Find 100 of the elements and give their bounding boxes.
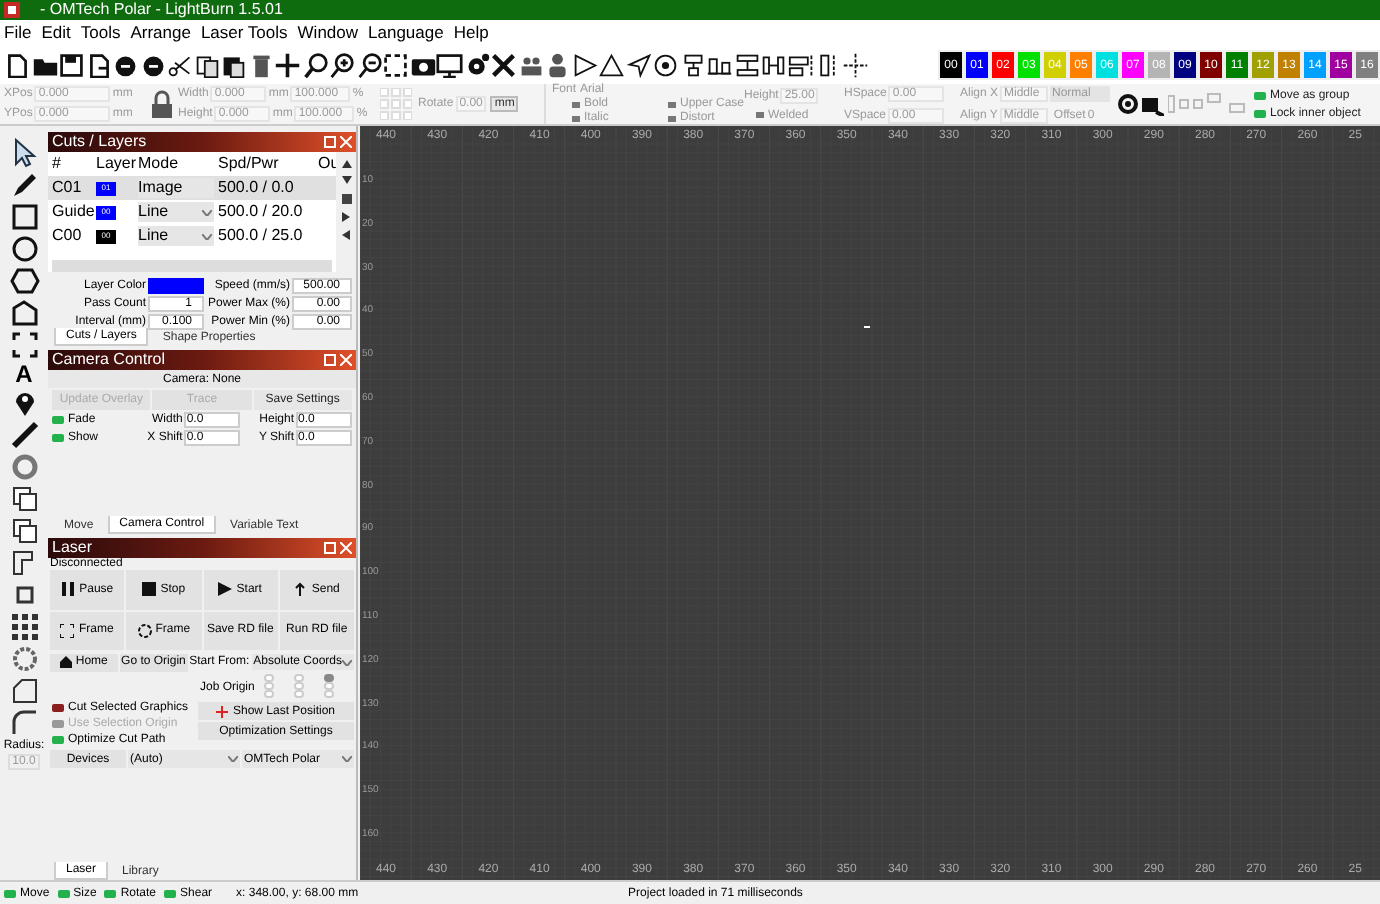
move-arrows-icon[interactable] <box>274 51 301 79</box>
panel-title: Camera Control <box>52 352 167 368</box>
person-icon[interactable] <box>544 51 571 79</box>
target-icon[interactable] <box>652 51 679 79</box>
copy-icon[interactable] <box>193 51 220 79</box>
float-icon[interactable] <box>324 136 336 148</box>
cursor-mark <box>864 326 870 328</box>
zoom-out-icon[interactable] <box>355 51 382 79</box>
zoom-icon[interactable] <box>301 51 328 79</box>
toggle-indicator[interactable] <box>52 704 64 712</box>
rotate-circle-icon[interactable] <box>1118 94 1138 114</box>
align-icon[interactable] <box>814 51 841 79</box>
align-icon[interactable] <box>787 51 814 79</box>
mode-dropdown[interactable]: Image <box>138 178 214 198</box>
node-shape-icon[interactable] <box>9 298 39 328</box>
mode-dropdown[interactable]: Line <box>138 226 214 246</box>
dot-grid-icon[interactable] <box>9 612 39 642</box>
triangle-icon[interactable] <box>598 51 625 79</box>
toggle-indicator[interactable] <box>52 736 64 744</box>
undo-icon[interactable] <box>112 51 139 79</box>
toggle-indicator[interactable] <box>52 415 64 423</box>
rounded-corner-icon[interactable] <box>9 708 39 738</box>
pause-icon <box>61 582 76 597</box>
scissors-icon[interactable] <box>166 51 193 79</box>
dashed-circle-icon <box>137 623 152 638</box>
save-icon[interactable] <box>58 51 85 79</box>
align-icon[interactable] <box>679 51 706 79</box>
toggle-indicator[interactable] <box>756 112 764 118</box>
text-tool[interactable]: A <box>15 362 33 386</box>
send-arrow-icon[interactable] <box>625 51 652 79</box>
up-arrow-icon[interactable] <box>341 160 351 168</box>
pen-icon[interactable] <box>9 170 39 200</box>
mode-dropdown[interactable]: Line <box>138 202 214 222</box>
close-icon[interactable] <box>340 542 352 554</box>
speed-power: 500.0 / 25.0 <box>218 228 305 244</box>
radio-button[interactable] <box>324 690 334 698</box>
chevron-icon <box>342 659 352 665</box>
stop-icon <box>142 582 157 597</box>
ruler-icon[interactable] <box>9 420 39 450</box>
menu-item[interactable]: Arrange <box>130 24 191 42</box>
chevron-icon[interactable] <box>202 209 212 215</box>
stacked-shapes-icon[interactable] <box>9 484 39 514</box>
zoom-in-icon[interactable] <box>328 51 355 79</box>
padlock-icon[interactable] <box>152 90 172 118</box>
trash-icon[interactable] <box>341 192 351 204</box>
corner-shapes-icon[interactable] <box>9 548 39 578</box>
ellipse-tool-icon[interactable] <box>9 234 39 264</box>
float-icon[interactable] <box>324 354 336 366</box>
radio-button[interactable] <box>294 690 304 698</box>
gear-icon[interactable] <box>463 51 490 79</box>
rounded-shape-icon[interactable] <box>9 676 39 706</box>
menu-item[interactable]: Laser Tools <box>200 24 288 42</box>
menu-item[interactable]: Tools <box>80 24 121 42</box>
toggle-indicator[interactable] <box>4 889 16 897</box>
layer-color-swatch[interactable] <box>148 278 204 294</box>
toggle-indicator[interactable] <box>1254 91 1266 99</box>
left-arrow-icon[interactable] <box>342 230 350 240</box>
monitor-icon[interactable] <box>436 51 463 79</box>
redo-icon[interactable] <box>139 51 166 79</box>
gear-ring-icon[interactable] <box>9 644 39 674</box>
menu-item[interactable]: Edit <box>41 24 71 42</box>
center-icon[interactable] <box>841 51 868 79</box>
right-arrow-icon[interactable] <box>342 212 350 222</box>
toggle-indicator[interactable] <box>104 889 117 897</box>
radio-button[interactable] <box>264 690 274 698</box>
speed-power: 500.0 / 0.0 <box>218 180 296 196</box>
house-icon <box>59 656 72 668</box>
mode-value: Image <box>138 180 183 196</box>
pointer-arrow-icon[interactable] <box>9 138 39 168</box>
rectangle-tool-icon[interactable] <box>9 202 39 232</box>
menu-item[interactable]: Window <box>297 24 359 42</box>
triangle-icon[interactable] <box>571 51 598 79</box>
paste-icon[interactable] <box>220 51 247 79</box>
menu-item[interactable]: File <box>4 24 32 42</box>
save-as-icon[interactable] <box>85 51 112 79</box>
down-arrow-icon[interactable] <box>341 176 351 184</box>
polygon-tool-icon[interactable] <box>9 266 39 296</box>
new-file-icon[interactable] <box>4 51 31 79</box>
toggle-indicator[interactable] <box>1254 109 1266 117</box>
toggle-indicator[interactable] <box>164 889 177 897</box>
chevron-icon[interactable] <box>202 233 212 239</box>
menu-item[interactable]: Language <box>368 24 444 42</box>
stacked-shapes-icon[interactable] <box>9 516 39 546</box>
trash-icon[interactable] <box>247 51 274 79</box>
toggle-indicator[interactable] <box>57 889 70 897</box>
mode-value: Line <box>138 204 169 220</box>
distribute-icon[interactable] <box>760 51 787 79</box>
people-icon[interactable] <box>517 51 544 79</box>
close-icon[interactable] <box>340 354 352 366</box>
up-arrow-icon <box>293 582 308 597</box>
selection-frame-icon[interactable] <box>382 51 409 79</box>
distribute-icon[interactable] <box>733 51 760 79</box>
toggle-indicator[interactable] <box>52 433 64 441</box>
mode-value: Line <box>138 228 169 244</box>
float-icon[interactable] <box>324 542 336 554</box>
ring-icon[interactable] <box>9 452 39 482</box>
close-icon[interactable] <box>340 136 352 148</box>
layer-name: C01 <box>50 180 84 196</box>
menu-item[interactable]: Help <box>453 24 489 42</box>
horizontal-scrollbar[interactable] <box>52 260 332 272</box>
